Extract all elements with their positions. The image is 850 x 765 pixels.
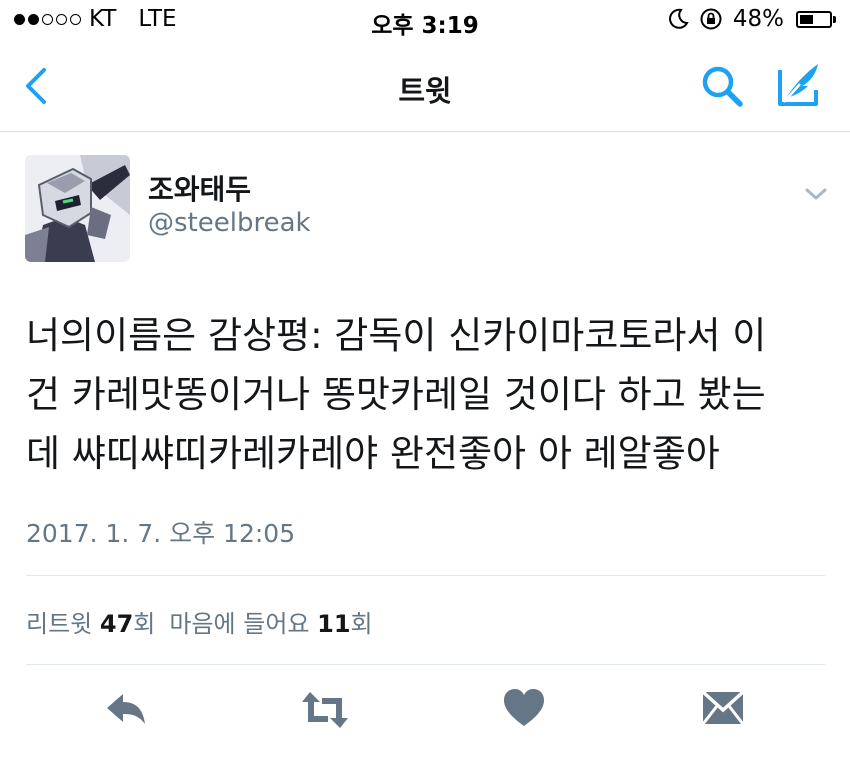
divider <box>26 664 825 665</box>
tweet-text-line: 너의이름은 감상평: 감독이 신카이마코토라서 이 <box>26 314 767 357</box>
retweet-label: 리트윗 <box>26 610 93 638</box>
battery-percent: 48% <box>732 6 784 32</box>
envelope-icon <box>701 690 745 725</box>
display-name[interactable]: 조와태두 <box>148 168 251 208</box>
status-bar: KT LTE 오후 3:19 48% <box>0 0 850 44</box>
tweet-menu-button[interactable] <box>802 180 830 208</box>
heart-icon <box>504 689 544 726</box>
navigation-bar: 트윗 <box>0 44 850 132</box>
like-button[interactable] <box>503 688 549 732</box>
divider <box>26 575 825 576</box>
avatar[interactable] <box>25 155 130 262</box>
direct-message-button[interactable] <box>701 688 747 732</box>
like-count: 11 <box>317 610 351 638</box>
chevron-down-icon <box>805 188 827 200</box>
reply-icon <box>107 694 145 724</box>
tweet-stats: 리트윗 47회 마음에 들어요 11회 <box>26 604 373 639</box>
like-suffix: 회 <box>350 610 373 638</box>
compose-icon <box>778 64 818 106</box>
tweet-text-line: 데 쌰띠쌰띠카레카레야 완전좋아 아 레알좋아 <box>26 432 720 475</box>
like-stat[interactable]: 마음에 들어요 11회 <box>169 610 372 638</box>
status-right: 48% <box>667 6 836 32</box>
retweet-suffix: 회 <box>133 610 156 638</box>
tweet-timestamp: 2017. 1. 7. 오후 12:05 <box>26 519 296 548</box>
moon-icon <box>667 8 689 30</box>
retweet-icon <box>302 692 348 728</box>
tweet-text: 너의이름은 감상평: 감독이 신카이마코토라서 이 건 카레맛똥이거나 똥맛카레… <box>26 306 831 483</box>
compose-button[interactable] <box>772 60 824 112</box>
retweet-count: 47 <box>99 610 134 638</box>
reply-button[interactable] <box>103 688 149 732</box>
battery-icon <box>796 10 832 28</box>
tweet-text-line: 건 카레맛똥이거나 똥맛카레일 것이다 하고 봤는 <box>26 373 766 416</box>
like-label: 마음에 들어요 <box>169 610 310 638</box>
username[interactable]: @steelbreak <box>148 208 311 238</box>
search-icon <box>702 66 743 107</box>
search-button[interactable] <box>698 62 746 110</box>
retweet-button[interactable] <box>300 688 348 732</box>
retweet-stat[interactable]: 리트윗 47회 <box>26 610 155 638</box>
rotation-lock-icon <box>699 7 723 31</box>
